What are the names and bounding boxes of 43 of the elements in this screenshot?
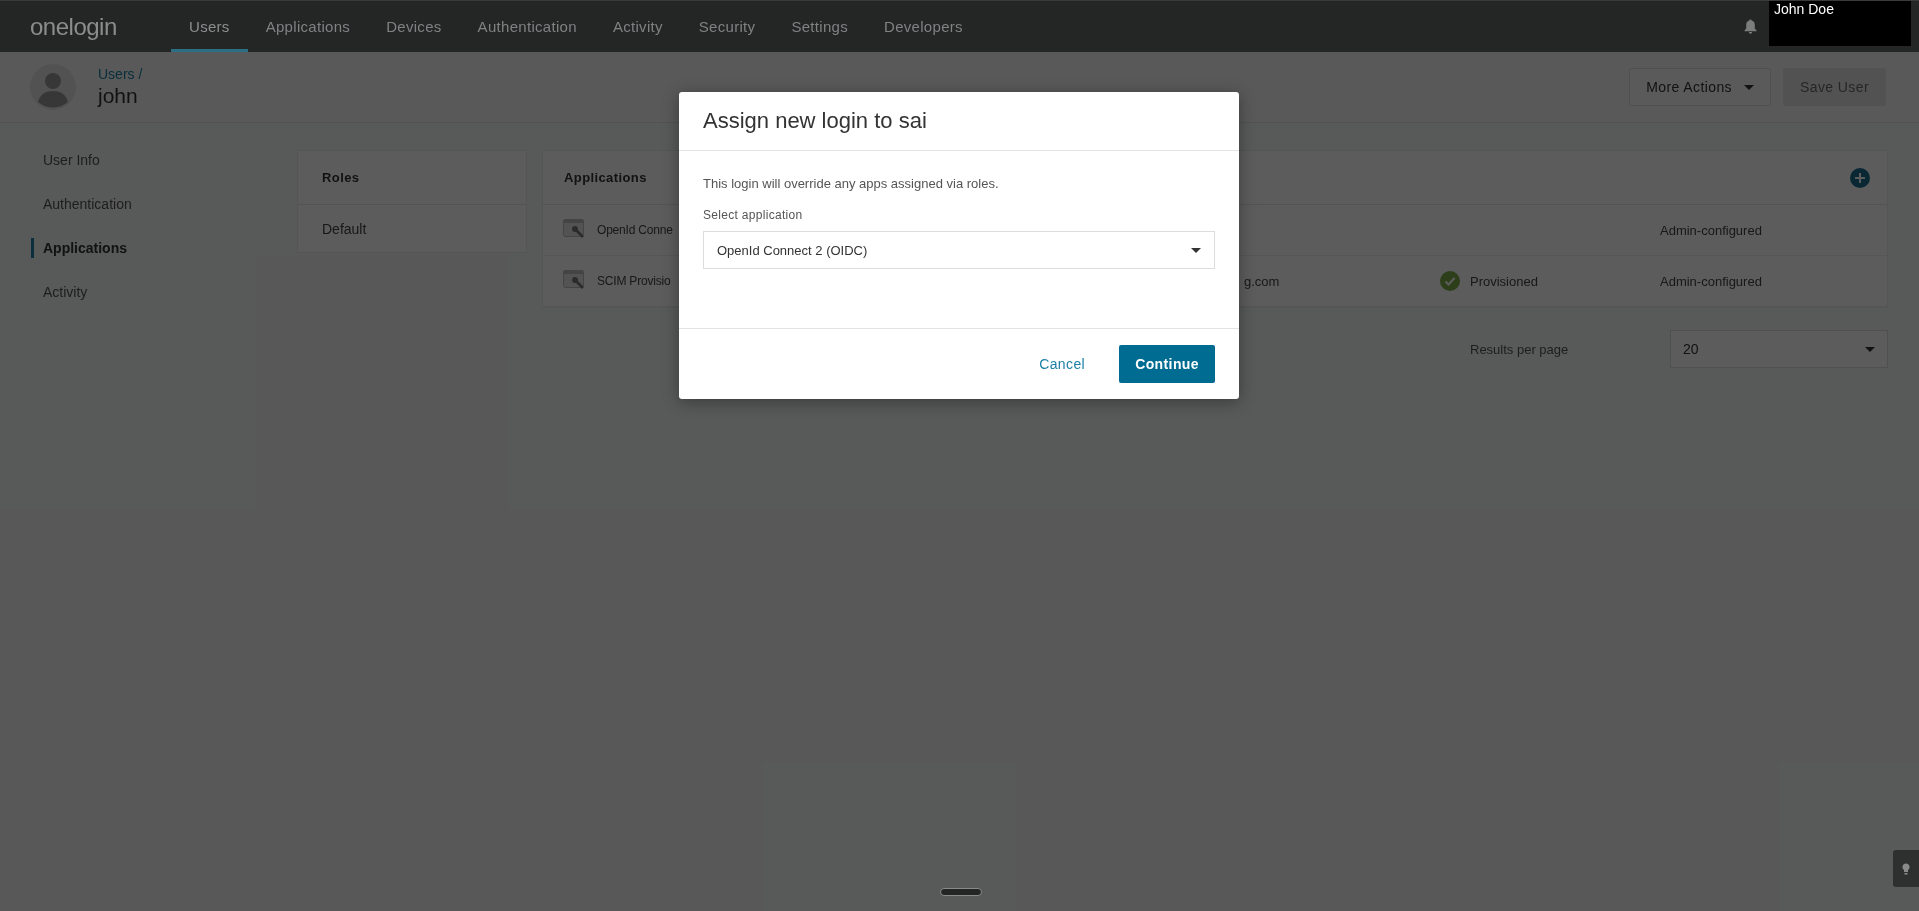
dialog-message: This login will override any apps assigned via roles.	[703, 176, 1000, 191]
user-name[interactable]: John Doe	[1769, 1, 1911, 46]
plus-icon[interactable]	[1850, 167, 1870, 188]
app-name: SCIM Provisio	[597, 274, 672, 288]
nav-tab[interactable]: Security	[680, 4, 774, 52]
field-label: Select application	[703, 208, 804, 222]
caret-icon	[1865, 346, 1875, 352]
check-icon	[1440, 271, 1460, 291]
application-select[interactable]: OpenId Connect 2 (OIDC)	[703, 231, 1215, 269]
avatar-icon	[30, 64, 76, 110]
status-text: Provisioned	[1470, 273, 1538, 289]
lightbulb-icon	[1902, 862, 1910, 875]
user-name-heading: john	[98, 84, 138, 108]
nav-tab[interactable]: Applications	[247, 4, 369, 52]
results-per-page-select[interactable]: 20	[1670, 330, 1888, 368]
app-type: Admin-configured	[1660, 273, 1763, 289]
nav-tab[interactable]: Activity	[594, 4, 681, 52]
cancel-button[interactable]: Cancel	[1033, 355, 1092, 373]
sidebar-item[interactable]: Authentication	[0, 194, 297, 238]
card-heading: Applications	[564, 170, 647, 185]
breadcrumb-link[interactable]: Users /	[98, 66, 143, 82]
app-type: Admin-configured	[1660, 222, 1763, 238]
help-button[interactable]	[1893, 850, 1919, 887]
nav-tab[interactable]: Settings	[773, 4, 866, 52]
more-actions-button[interactable]: More Actions	[1629, 68, 1772, 106]
role-row[interactable]: Default	[298, 205, 526, 252]
nav-tab[interactable]: Authentication	[459, 4, 595, 52]
handle-bar[interactable]	[940, 888, 982, 896]
app-login: g.com	[1244, 273, 1281, 289]
nav-tab[interactable]: Devices	[368, 4, 460, 52]
sidebar-item[interactable]: Activity	[0, 282, 297, 326]
caret-icon	[1191, 247, 1201, 253]
continue-button[interactable]: Continue	[1119, 345, 1215, 383]
logo[interactable]: onelogin	[30, 12, 171, 41]
nav-tab[interactable]: Developers	[866, 4, 981, 52]
card-heading: Roles	[298, 151, 526, 205]
sidebar-item[interactable]: User Info	[0, 150, 297, 194]
sidebar-item[interactable]: Applications	[0, 238, 297, 282]
dialog-title: Assign new login to sai	[679, 92, 1239, 151]
caret-icon	[1744, 84, 1755, 90]
results-label: Results per page	[1470, 341, 1569, 357]
bell-icon	[1744, 19, 1757, 34]
app-name: OpenId Conne	[597, 223, 674, 237]
